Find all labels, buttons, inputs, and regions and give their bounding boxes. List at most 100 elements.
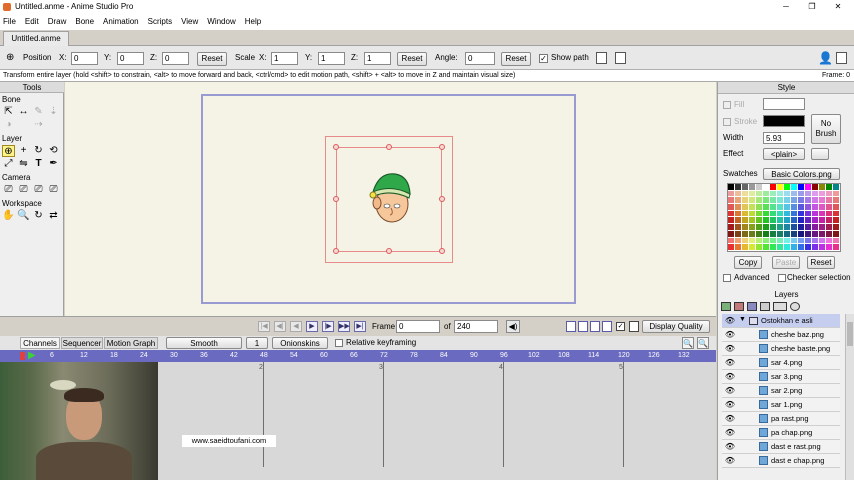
color-swatch[interactable] (742, 190, 749, 198)
color-swatch[interactable] (756, 197, 763, 205)
reset-style-button[interactable]: Reset (807, 256, 835, 269)
color-swatch[interactable] (784, 197, 791, 205)
color-swatch[interactable] (777, 210, 784, 218)
color-swatch[interactable] (756, 210, 763, 218)
layer-row[interactable]: 👁 cheshe baz.png (722, 328, 840, 342)
color-swatch[interactable] (735, 197, 742, 205)
color-swatch[interactable] (756, 184, 763, 191)
color-swatch[interactable] (742, 204, 749, 211)
color-swatch[interactable] (826, 197, 833, 205)
menu-draw[interactable]: Draw (48, 14, 67, 30)
canvas-area[interactable] (65, 82, 716, 316)
eye-icon[interactable]: 👁 (724, 456, 736, 465)
color-swatch[interactable] (770, 184, 777, 191)
color-swatch[interactable] (791, 217, 798, 225)
reset-angle-button[interactable]: Reset (501, 52, 531, 66)
color-swatch[interactable] (770, 210, 777, 218)
color-swatch[interactable] (833, 184, 840, 191)
eye-icon[interactable]: 👁 (724, 344, 736, 353)
interpolation-dropdown[interactable]: Smooth (166, 337, 242, 349)
menu-view[interactable]: View (181, 14, 198, 30)
doc-tab[interactable]: Untitled.anme (3, 31, 69, 46)
reset-scale-button[interactable]: Reset (397, 52, 427, 66)
frame-field[interactable]: 0 (396, 320, 440, 333)
elf-character[interactable] (365, 170, 417, 226)
color-swatch[interactable] (798, 217, 805, 225)
zoom-workspace-icon[interactable]: 🔍 (17, 210, 30, 222)
delete-layer-icon[interactable] (747, 302, 757, 311)
color-swatch[interactable] (742, 197, 749, 205)
document-icon[interactable] (836, 52, 847, 64)
color-swatch[interactable] (812, 210, 819, 218)
color-swatch[interactable] (826, 224, 833, 231)
color-swatch[interactable] (826, 217, 833, 225)
handle-right[interactable] (439, 196, 445, 202)
stroke-checkbox[interactable] (723, 118, 731, 126)
color-swatch[interactable] (805, 224, 812, 231)
rewind-button[interactable]: |◀ (258, 321, 270, 332)
handle-top-right[interactable] (439, 144, 445, 150)
eye-icon[interactable]: 👁 (724, 386, 736, 395)
color-swatch[interactable] (812, 217, 819, 225)
color-swatch[interactable] (735, 204, 742, 211)
color-swatch[interactable] (784, 217, 791, 225)
color-swatch[interactable] (770, 190, 777, 198)
close-button[interactable]: ✕ (828, 0, 848, 14)
track-camera-icon[interactable]: ⎚ (2, 184, 15, 196)
layer-row[interactable]: 👁 pa chap.png (722, 426, 840, 440)
color-swatch[interactable] (798, 244, 805, 251)
color-swatch[interactable] (812, 224, 819, 231)
color-swatch[interactable] (784, 237, 791, 245)
color-swatch[interactable] (805, 210, 812, 218)
play-button[interactable]: ▶ (306, 321, 318, 332)
rotate-layer-icon[interactable]: ↻ (32, 145, 45, 157)
color-swatch[interactable] (805, 190, 812, 198)
color-swatch[interactable] (819, 224, 826, 231)
orbit-workspace-icon[interactable]: ⇄ (47, 210, 60, 222)
eye-icon[interactable]: 👁 (724, 358, 736, 367)
color-swatch[interactable] (763, 237, 770, 245)
eye-icon[interactable]: 👁 (724, 330, 736, 339)
minimize-button[interactable]: ─ (776, 0, 796, 14)
layer-row[interactable]: 👁 ▼ Ostokhan e asli (722, 314, 840, 328)
layers-scrollbar[interactable] (845, 314, 854, 480)
color-swatch[interactable] (777, 244, 784, 251)
timeline-body[interactable]: 2 3 4 5 (158, 362, 716, 480)
playhead-marker[interactable] (20, 352, 25, 360)
color-swatch[interactable] (798, 224, 805, 231)
color-swatch[interactable] (833, 190, 840, 198)
color-swatch[interactable] (819, 210, 826, 218)
eye-icon[interactable]: 👁 (724, 442, 736, 451)
checker-selection-checkbox[interactable] (778, 274, 786, 282)
duplicate-layer-icon[interactable] (734, 302, 744, 311)
color-swatch[interactable] (798, 197, 805, 205)
restore-button[interactable]: ❐ (802, 0, 822, 14)
color-swatch[interactable] (749, 197, 756, 205)
color-swatch[interactable] (784, 230, 791, 238)
eye-icon[interactable]: 👁 (724, 372, 736, 381)
color-swatch[interactable] (749, 184, 756, 191)
view-split-icon[interactable] (578, 321, 588, 332)
copy-button[interactable]: Copy (734, 256, 762, 269)
menu-edit[interactable]: Edit (25, 14, 39, 30)
no-brush-button[interactable]: No Brush (811, 114, 841, 144)
onionskins-dropdown[interactable]: Onionskins (272, 337, 328, 349)
color-swatch[interactable] (805, 204, 812, 211)
color-swatch[interactable] (826, 237, 833, 245)
reparent-bone-icon[interactable]: ⇢ (32, 119, 45, 131)
color-swatch[interactable] (742, 244, 749, 251)
text-tool-icon[interactable]: T (32, 158, 45, 170)
rotate-workspace-icon[interactable]: ↻ (32, 210, 45, 222)
color-swatch[interactable] (763, 217, 770, 225)
color-swatch[interactable] (763, 210, 770, 218)
color-swatch[interactable] (749, 204, 756, 211)
swatches-dropdown[interactable]: Basic Colors.png (763, 168, 840, 180)
color-swatch[interactable] (735, 224, 742, 231)
color-swatch[interactable] (728, 197, 735, 205)
color-swatch[interactable] (812, 204, 819, 211)
layer-options-icon[interactable] (773, 302, 787, 311)
roll-camera-icon[interactable]: ⎚ (32, 184, 45, 196)
paste-button[interactable]: Paste (772, 256, 800, 269)
color-swatch[interactable] (756, 204, 763, 211)
color-swatch[interactable] (728, 204, 735, 211)
